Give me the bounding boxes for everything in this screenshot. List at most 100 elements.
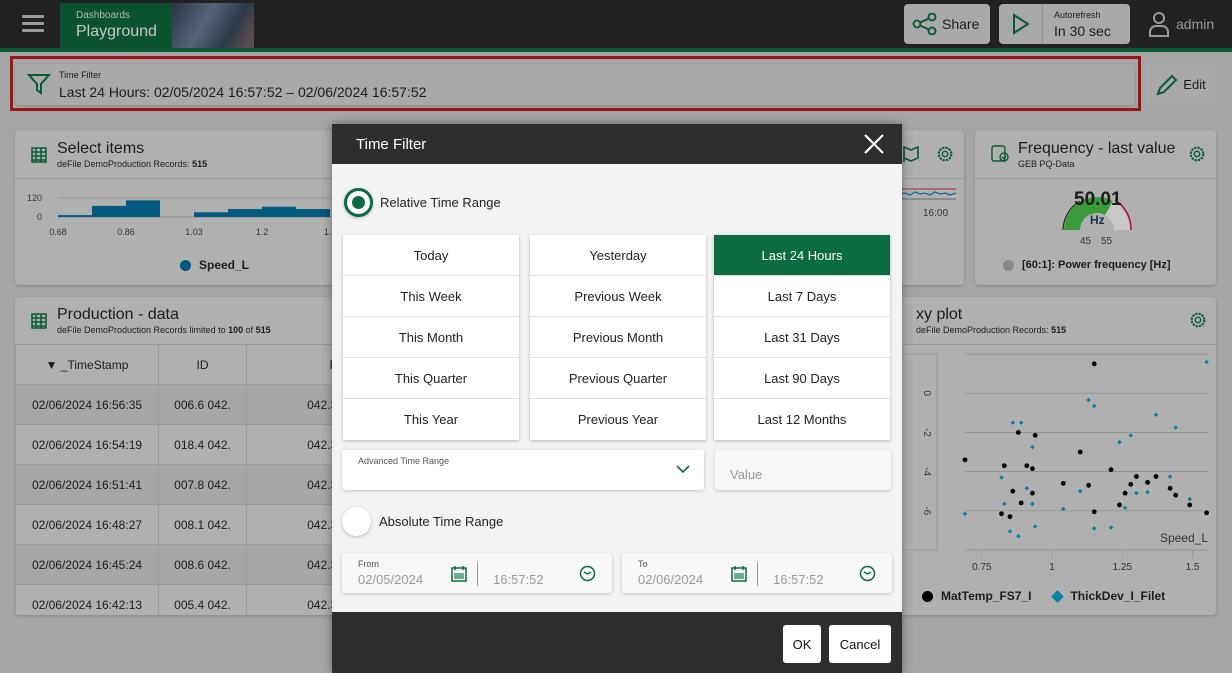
absolute-time-radio[interactable]: [342, 507, 371, 536]
scatter-point[interactable]: [1091, 361, 1097, 367]
scatter-point[interactable]: [1153, 412, 1159, 418]
scatter-point[interactable]: [1010, 488, 1016, 494]
histogram-bar[interactable]: [126, 200, 160, 217]
scatter-point[interactable]: [1030, 466, 1035, 472]
preset-option[interactable]: Previous Week: [530, 276, 706, 317]
to-datetime-field[interactable]: To 02/06/2024 16:57:52: [622, 553, 892, 593]
scatter-point[interactable]: [962, 511, 968, 517]
scatter-point[interactable]: [1024, 463, 1030, 469]
cancel-button[interactable]: Cancel: [829, 625, 891, 663]
scatter-point[interactable]: [1015, 430, 1021, 435]
settings-icon[interactable]: [936, 145, 954, 163]
close-icon[interactable]: [862, 132, 886, 156]
scatter-point[interactable]: [1128, 433, 1134, 438]
flag-icon[interactable]: [902, 145, 920, 163]
preset-option[interactable]: Today: [343, 235, 519, 276]
preset-option[interactable]: Last 31 Days: [714, 317, 890, 358]
histogram-bar[interactable]: [194, 212, 228, 217]
scatter-point[interactable]: [999, 511, 1004, 517]
scatter-point[interactable]: [1108, 525, 1114, 530]
scatter-point[interactable]: [1153, 474, 1159, 479]
scatter-point[interactable]: [1030, 444, 1035, 450]
histogram-bar[interactable]: [228, 209, 262, 217]
legend-item[interactable]: ThickDev_I_Filet: [1051, 589, 1165, 603]
scatter-point[interactable]: [1061, 506, 1066, 512]
scatter-point[interactable]: [1187, 496, 1193, 502]
menu-icon[interactable]: [22, 15, 44, 33]
legend-item[interactable]: [60:1]: Power frequency [Hz]: [1003, 259, 1171, 271]
legend-item[interactable]: MatTemp_FS7_I: [922, 589, 1031, 603]
from-datetime-field[interactable]: From 02/05/2024 16:57:52: [342, 553, 612, 593]
preset-option[interactable]: Yesterday: [530, 235, 706, 276]
scatter-point[interactable]: [1167, 474, 1173, 479]
user-menu[interactable]: admin: [1148, 11, 1214, 37]
histogram-bar[interactable]: [92, 205, 126, 217]
scatter-point[interactable]: [1018, 500, 1024, 506]
scatter-point[interactable]: [1091, 526, 1097, 531]
scatter-point[interactable]: [1204, 510, 1209, 516]
scatter-point[interactable]: [1018, 420, 1024, 425]
scatter-point[interactable]: [1134, 490, 1139, 496]
scatter-point[interactable]: [1032, 432, 1038, 438]
scatter-point[interactable]: [1060, 480, 1066, 486]
calendar-icon[interactable]: [731, 566, 747, 582]
value-input[interactable]: Value: [715, 450, 891, 490]
scatter-point[interactable]: [1117, 502, 1122, 508]
time-filter-bar[interactable]: Time Filter Last 24 Hours: 02/05/2024 16…: [15, 64, 1135, 105]
preset-option[interactable]: Last 7 Days: [714, 276, 890, 317]
histogram-bar[interactable]: [262, 206, 296, 217]
preset-option[interactable]: Last 24 Hours: [714, 235, 890, 276]
scatter-point[interactable]: [999, 475, 1004, 480]
preset-option[interactable]: Previous Month: [530, 317, 706, 358]
calendar-icon[interactable]: [451, 566, 467, 582]
share-button[interactable]: Share: [904, 4, 990, 44]
clock-icon[interactable]: [579, 565, 596, 582]
preset-option[interactable]: Last 12 Months: [714, 399, 890, 440]
from-date[interactable]: 02/05/2024: [358, 572, 423, 587]
relative-time-radio[interactable]: [344, 188, 373, 217]
scatter-point[interactable]: [1086, 482, 1092, 488]
scatter-point[interactable]: [1001, 463, 1007, 469]
scatter-point[interactable]: [1108, 467, 1114, 473]
to-date[interactable]: 02/06/2024: [638, 572, 703, 587]
settings-icon[interactable]: [1189, 311, 1207, 329]
column-header-timestamp[interactable]: ▼ _TimeStamp: [15, 344, 159, 385]
scatter-point[interactable]: [1117, 439, 1122, 445]
preset-option[interactable]: This Month: [343, 317, 519, 358]
scatter-point[interactable]: [1122, 490, 1128, 496]
scatter-point[interactable]: [1122, 505, 1128, 511]
scatter-point[interactable]: [1091, 403, 1097, 409]
preset-option[interactable]: This Week: [343, 276, 519, 317]
scatter-point[interactable]: [1173, 492, 1179, 498]
preset-option[interactable]: Previous Quarter: [530, 358, 706, 399]
preset-option[interactable]: This Quarter: [343, 358, 519, 399]
preset-option[interactable]: This Year: [343, 399, 519, 440]
scatter-point[interactable]: [1007, 529, 1013, 534]
scatter-point[interactable]: [1091, 509, 1097, 515]
dashboard-title[interactable]: Dashboards Playground: [60, 3, 172, 48]
preset-option[interactable]: Last 90 Days: [714, 358, 890, 399]
autorefresh-button[interactable]: Autorefresh In 30 sec: [999, 4, 1130, 44]
scatter-point[interactable]: [1007, 514, 1013, 520]
scatter-point[interactable]: [1173, 425, 1178, 430]
scatter-point[interactable]: [1128, 481, 1134, 487]
scatter-point[interactable]: [1016, 534, 1021, 539]
legend-item[interactable]: Speed_L: [180, 258, 249, 272]
scatter-point[interactable]: [1030, 490, 1035, 496]
histogram-bar[interactable]: [296, 209, 330, 217]
scatter-point[interactable]: [1204, 359, 1209, 365]
scatter-point[interactable]: [1077, 488, 1083, 494]
scatter-point[interactable]: [1167, 485, 1173, 491]
scatter-point[interactable]: [1133, 474, 1139, 479]
advanced-time-range-select[interactable]: Advanced Time Range: [342, 450, 704, 490]
clock-icon[interactable]: [859, 565, 876, 582]
scatter-point[interactable]: [1187, 502, 1193, 508]
scatter-point[interactable]: [1077, 449, 1083, 455]
column-header-id[interactable]: ID: [158, 344, 247, 385]
scatter-point[interactable]: [1024, 485, 1030, 491]
from-time[interactable]: 16:57:52: [493, 572, 544, 587]
histogram-bar[interactable]: [58, 215, 92, 217]
scatter-point[interactable]: [1030, 501, 1035, 507]
scatter-point[interactable]: [1002, 501, 1007, 507]
edit-button[interactable]: Edit: [1145, 64, 1216, 105]
